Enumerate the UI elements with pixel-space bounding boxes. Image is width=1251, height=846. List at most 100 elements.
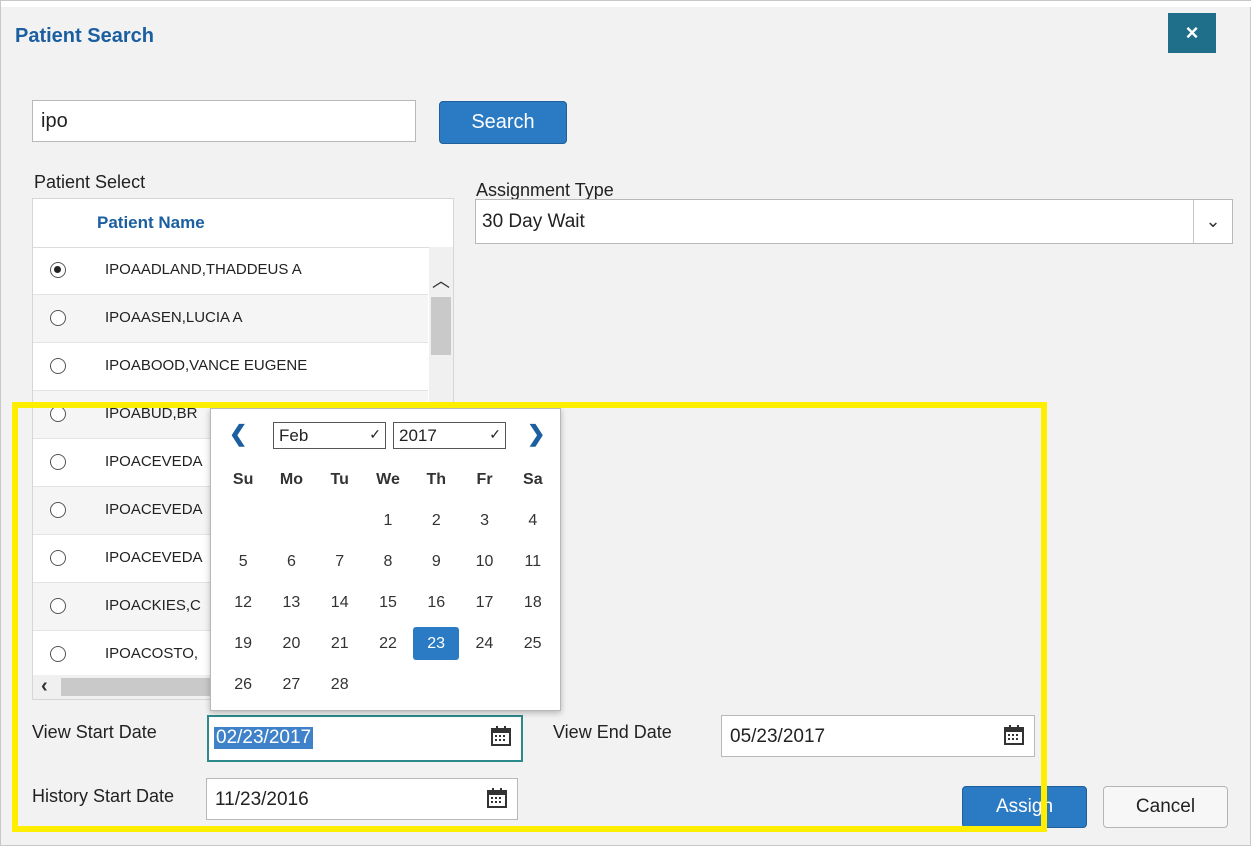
calendar-day[interactable]: 20 — [267, 635, 315, 676]
calendar-day[interactable]: 12 — [219, 594, 267, 635]
close-icon: × — [1185, 20, 1199, 45]
scroll-up-icon[interactable]: ︿ — [429, 267, 453, 293]
chevron-down-icon[interactable]: ⌄ — [1193, 200, 1232, 243]
patient-radio[interactable] — [50, 406, 66, 422]
weekday-label: Sa — [523, 471, 543, 488]
calendar-day[interactable]: 19 — [219, 635, 267, 676]
table-row[interactable]: IPOAADLAND,THADDEUS A — [33, 247, 428, 295]
chevron-right-icon[interactable]: ❯ — [527, 421, 545, 447]
history-start-date-label: History Start Date — [32, 786, 175, 806]
patient-radio[interactable] — [50, 598, 66, 614]
assignment-type-select[interactable]: 30 Day Wait ⌄ — [475, 199, 1233, 244]
chevron-left-icon[interactable]: ❮ — [229, 421, 247, 447]
patient-radio[interactable] — [50, 550, 66, 566]
calendar-day[interactable]: 17 — [460, 594, 508, 635]
calendar-day[interactable]: 11 — [509, 553, 557, 594]
search-input[interactable]: ipo — [32, 100, 416, 142]
view-start-date-label: View Start Date — [32, 722, 157, 742]
assign-button[interactable]: Assign — [962, 786, 1087, 828]
vertical-scroll-thumb[interactable] — [431, 297, 451, 355]
calendar-day[interactable]: 4 — [509, 512, 557, 553]
view-start-date-value: 02/23/2017 — [214, 727, 314, 749]
weekday-label: Tu — [330, 471, 349, 488]
calendar-day[interactable]: 26 — [219, 676, 267, 717]
calendar-day[interactable]: 1 — [364, 512, 412, 553]
table-row[interactable]: IPOABOOD,VANCE EUGENE — [33, 343, 428, 391]
calendar-week: 5 6 7 8 9 10 11 — [219, 553, 557, 594]
calendar-grid: Su Mo Tu We Th Fr Sa 1 2 3 4 5 6 7 8 9 10 11 12 13 14 15 16 17 1… — [219, 471, 557, 717]
patient-name: IPOACEVEDA — [105, 549, 203, 566]
patient-select-label: Patient Select — [34, 172, 146, 192]
chevron-down-icon: ✓ — [369, 426, 381, 442]
patient-name: IPOACEVEDA — [105, 501, 203, 518]
calendar-icon[interactable] — [487, 788, 507, 808]
assignment-type-value: 30 Day Wait — [482, 211, 585, 232]
year-select[interactable]: 2017 ✓ — [393, 422, 506, 449]
patient-radio[interactable] — [50, 262, 66, 278]
assignment-type-label: Assignment Type — [476, 180, 614, 200]
calendar-day[interactable]: 25 — [508, 635, 556, 676]
grid-header: Patient Name — [33, 199, 453, 248]
patient-search-dialog: Patient Search × ipo Search Patient Sele… — [0, 0, 1251, 846]
calendar-day[interactable]: 9 — [412, 553, 460, 594]
calendar-icon[interactable] — [491, 726, 511, 746]
history-start-date-input[interactable]: 11/23/2016 — [206, 778, 518, 820]
patient-name: IPOACKIES,C — [105, 597, 201, 614]
close-button[interactable]: × — [1168, 13, 1216, 53]
cancel-button[interactable]: Cancel — [1103, 786, 1228, 828]
calendar-day[interactable]: 15 — [364, 594, 412, 635]
patient-name: IPOAASEN,LUCIA A — [105, 309, 243, 326]
horizontal-scroll-thumb[interactable] — [61, 678, 221, 696]
calendar-empty-cell — [509, 676, 557, 717]
calendar-icon[interactable] — [1004, 725, 1024, 745]
history-start-date-value: 11/23/2016 — [215, 789, 309, 810]
calendar-day[interactable]: 21 — [316, 635, 364, 676]
calendar-day[interactable]: 14 — [316, 594, 364, 635]
calendar-day[interactable]: 23 — [413, 627, 460, 660]
calendar-day[interactable]: 22 — [364, 635, 412, 676]
patient-name: IPOABOOD,VANCE EUGENE — [105, 357, 308, 374]
calendar-week: 19 20 21 22 23 24 25 — [219, 627, 557, 676]
calendar-day[interactable]: 8 — [364, 553, 412, 594]
calendar-empty-cell — [316, 512, 364, 553]
calendar-empty-cell — [364, 676, 412, 717]
column-header-patient-name[interactable]: Patient Name — [97, 213, 205, 233]
view-end-date-value: 05/23/2017 — [730, 726, 826, 747]
view-end-date-input[interactable]: 05/23/2017 — [721, 715, 1035, 757]
year-value: 2017 — [399, 426, 437, 445]
calendar-empty-cell — [219, 512, 267, 553]
calendar-day[interactable]: 5 — [219, 553, 267, 594]
view-start-date-input[interactable]: 02/23/2017 — [207, 715, 523, 762]
calendar-empty-cell — [267, 512, 315, 553]
month-select[interactable]: Feb ✓ — [273, 422, 386, 449]
patient-name: IPOACEVEDA — [105, 453, 203, 470]
patient-radio[interactable] — [50, 310, 66, 326]
calendar-day[interactable]: 13 — [267, 594, 315, 635]
calendar-day[interactable]: 7 — [316, 553, 364, 594]
date-picker-popup: ❮ Feb ✓ 2017 ✓ ❯ Su Mo Tu We Th Fr Sa 1 2 3 4 5 6 7 8 9… — [210, 408, 561, 711]
calendar-day[interactable]: 18 — [509, 594, 557, 635]
calendar-day[interactable]: 10 — [460, 553, 508, 594]
patient-radio[interactable] — [50, 454, 66, 470]
calendar-week: 12 13 14 15 16 17 18 — [219, 594, 557, 635]
calendar-day[interactable]: 2 — [412, 512, 460, 553]
calendar-day[interactable]: 28 — [316, 676, 364, 717]
weekday-label: Su — [232, 471, 254, 488]
weekday-header: Su Mo Tu We Th Fr Sa — [219, 471, 557, 512]
calendar-day[interactable]: 27 — [267, 676, 315, 717]
calendar-day[interactable]: 24 — [460, 635, 508, 676]
weekday-label: Mo — [279, 471, 303, 488]
scroll-left-icon[interactable]: ‹ — [41, 675, 48, 698]
calendar-empty-cell — [412, 676, 460, 717]
table-row[interactable]: IPOAASEN,LUCIA A — [33, 295, 428, 343]
patient-radio[interactable] — [50, 646, 66, 662]
search-button[interactable]: Search — [439, 101, 567, 144]
calendar-day[interactable]: 3 — [460, 512, 508, 553]
patient-radio[interactable] — [50, 502, 66, 518]
patient-name: IPOAADLAND,THADDEUS A — [105, 261, 302, 278]
calendar-week: 1234 — [219, 512, 557, 553]
calendar-day[interactable]: 6 — [267, 553, 315, 594]
chevron-down-icon: ✓ — [489, 426, 501, 442]
patient-radio[interactable] — [50, 358, 66, 374]
month-value: Feb — [279, 426, 309, 445]
